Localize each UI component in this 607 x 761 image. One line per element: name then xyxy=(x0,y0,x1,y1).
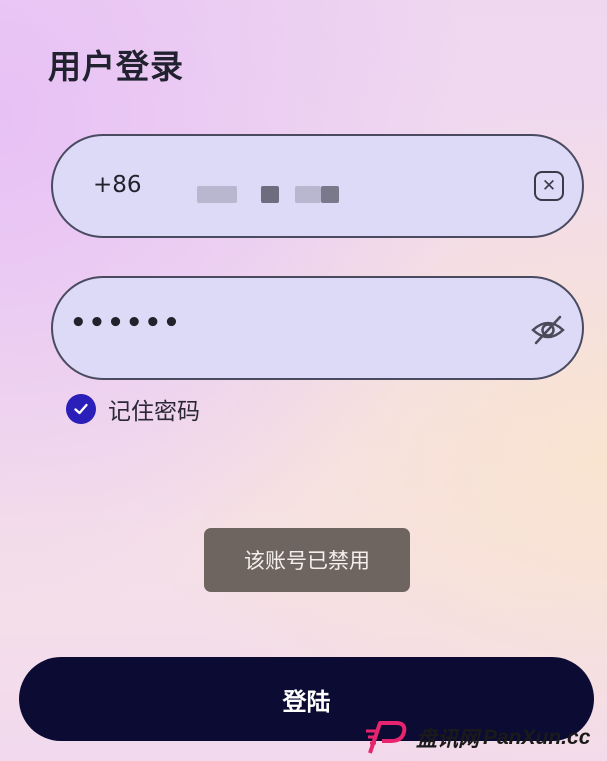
watermark-en-text: PanXun.cc xyxy=(483,726,591,749)
remember-password-label[interactable]: 记住密码 xyxy=(108,392,200,426)
remember-password-option[interactable]: 记住密码 xyxy=(66,392,200,426)
country-code-prefix[interactable]: +86 xyxy=(93,172,142,198)
password-masked-value[interactable]: •••••• xyxy=(70,308,182,338)
toast-message: 该账号已禁用 xyxy=(204,528,410,592)
page-title: 用户登录 xyxy=(48,47,184,86)
masked-phone-number xyxy=(197,185,347,203)
eye-off-icon[interactable] xyxy=(530,312,566,348)
watermark-cn-text: 盘讯网 xyxy=(416,728,479,751)
close-square-icon[interactable]: ✕ xyxy=(534,171,564,201)
phone-input[interactable]: +86 ✕ xyxy=(51,134,584,238)
p-logo-icon xyxy=(366,721,407,754)
check-circle-icon[interactable] xyxy=(66,394,96,424)
watermark: 盘讯网 PanXun.cc xyxy=(366,716,590,760)
password-input[interactable]: •••••• xyxy=(51,276,584,380)
